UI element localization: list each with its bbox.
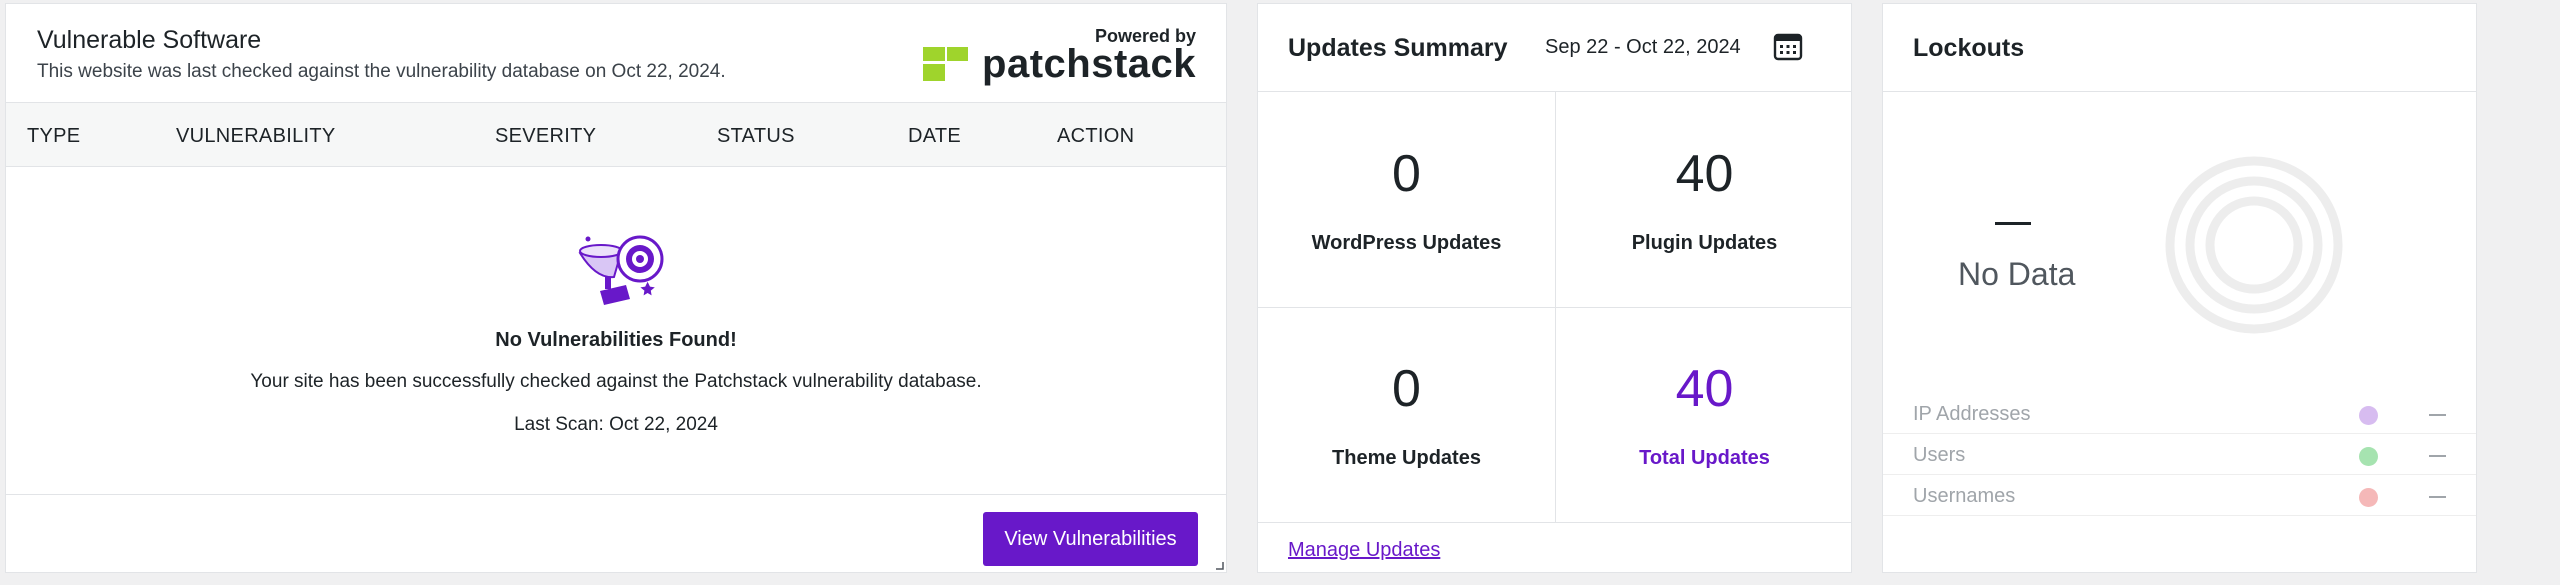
total-updates-label: Total Updates — [1639, 447, 1770, 469]
legend-value-usernames — [2429, 496, 2446, 498]
legend-row-ip-addresses: IP Addresses — [1883, 393, 2476, 434]
empty-state-title: No Vulnerabilities Found! — [495, 329, 737, 351]
legend-label-users: Users — [1913, 444, 1966, 466]
patchstack-logo-text: patchstack — [982, 42, 1196, 86]
wordpress-updates-label: WordPress Updates — [1311, 232, 1502, 254]
updates-summary-header: Updates Summary Sep 22 - Oct 22, 2024 — [1258, 4, 1851, 92]
lockouts-header: Lockouts — [1883, 4, 2476, 92]
vulnerability-table-header: TYPE VULNERABILITY SEVERITY STATUS DATE … — [6, 102, 1226, 167]
lockouts-title: Lockouts — [1913, 34, 2025, 62]
trophy-target-icon — [578, 235, 664, 305]
vulnerable-software-title: Vulnerable Software — [37, 26, 262, 54]
manage-updates-link[interactable]: Manage Updates — [1288, 539, 1440, 562]
plugin-updates-stat: 40 Plugin Updates — [1556, 92, 1853, 307]
column-date: DATE — [908, 125, 962, 147]
total-updates-stat: 40 Total Updates — [1556, 307, 1853, 522]
vulnerable-software-footer: View Vulnerabilities — [6, 494, 1226, 574]
date-range-label: Sep 22 - Oct 22, 2024 — [1545, 36, 1741, 58]
updates-summary-title: Updates Summary — [1288, 34, 1508, 62]
calendar-icon[interactable] — [1773, 31, 1803, 61]
grid-divider-horizontal — [1258, 307, 1851, 308]
column-action: ACTION — [1057, 125, 1135, 147]
column-type: TYPE — [27, 125, 81, 147]
column-status: STATUS — [717, 125, 795, 147]
legend-dot-ip-addresses — [2359, 406, 2378, 425]
legend-dot-users — [2359, 447, 2378, 466]
legend-row-users: Users — [1883, 434, 2476, 475]
legend-dot-usernames — [2359, 488, 2378, 507]
updates-summary-card: Updates Summary Sep 22 - Oct 22, 2024 0 … — [1257, 3, 1852, 573]
total-updates-value: 40 — [1675, 360, 1734, 418]
column-vulnerability: VULNERABILITY — [176, 125, 336, 147]
lockouts-total-value — [1995, 222, 2031, 225]
view-vulnerabilities-button[interactable]: View Vulnerabilities — [983, 512, 1198, 566]
theme-updates-label: Theme Updates — [1332, 447, 1481, 469]
vulnerable-software-card: Vulnerable Software This website was las… — [5, 3, 1227, 573]
legend-label-usernames: Usernames — [1913, 485, 2016, 507]
updates-summary-footer: Manage Updates — [1258, 522, 1851, 574]
lockouts-card: Lockouts No Data IP Addresses Users User… — [1882, 3, 2477, 573]
plugin-updates-value: 40 — [1675, 145, 1734, 203]
column-severity: SEVERITY — [495, 125, 597, 147]
plugin-updates-label: Plugin Updates — [1631, 232, 1778, 254]
no-data-label: No Data — [1958, 256, 2076, 292]
legend-value-ip-addresses — [2429, 414, 2446, 416]
last-scan-label: Last Scan: Oct 22, 2024 — [514, 414, 718, 435]
theme-updates-stat: 0 Theme Updates — [1258, 307, 1555, 522]
vulnerable-software-subtitle: This website was last checked against th… — [37, 61, 726, 82]
legend-row-usernames: Usernames — [1883, 475, 2476, 516]
wordpress-updates-stat: 0 WordPress Updates — [1258, 92, 1555, 307]
legend-label-ip-addresses: IP Addresses — [1913, 403, 2031, 425]
wordpress-updates-value: 0 — [1392, 145, 1421, 203]
patchstack-logo-icon — [923, 47, 969, 81]
lockouts-donut-chart — [2165, 156, 2343, 334]
legend-value-users — [2429, 455, 2446, 457]
resize-handle-icon[interactable] — [1214, 560, 1224, 570]
theme-updates-value: 0 — [1392, 360, 1421, 418]
patchstack-logo: patchstack — [923, 44, 1196, 84]
empty-state-text: Your site has been successfully checked … — [250, 371, 982, 392]
vulnerable-software-header: Vulnerable Software This website was las… — [6, 4, 1226, 102]
